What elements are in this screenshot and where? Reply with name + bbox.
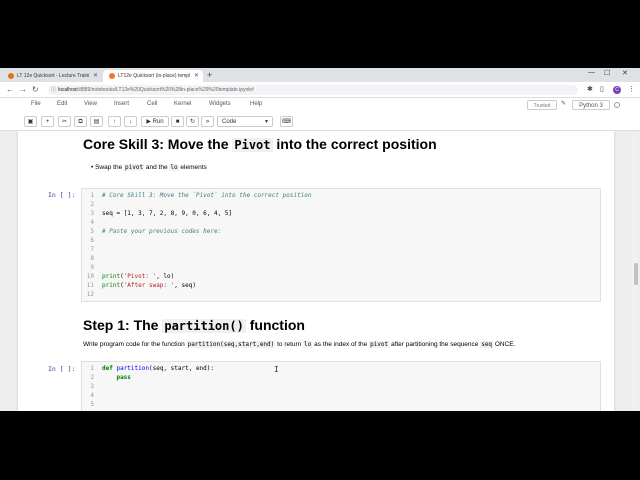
browser-menu-icon[interactable]: ⋮: [628, 85, 635, 93]
tab-bar: LT 12e Quicksort - Lecture Traini ✕ LT12…: [0, 68, 640, 82]
text-cursor-icon: I: [274, 365, 279, 374]
address-bar-row: ← → ↻ ⓘ localhost:8889/notebooks/LT12e%2…: [0, 82, 640, 98]
line-number: 3: [90, 210, 94, 217]
line-number: 2: [90, 374, 94, 381]
edit-pencil-icon[interactable]: ✎: [561, 100, 566, 107]
tab-favicon-icon: [8, 73, 14, 79]
restart-icon[interactable]: ↻: [186, 116, 199, 127]
cell-prompt: In [ ]:: [48, 191, 76, 199]
line-number: 10: [86, 273, 94, 280]
line-number: 9: [90, 264, 94, 271]
heading-step-1: Step 1: The partition() function: [83, 317, 305, 333]
forward-icon[interactable]: →: [19, 85, 27, 94]
sidebar-icon[interactable]: ▯: [600, 85, 604, 93]
line-number: 4: [90, 392, 94, 399]
kernel-name[interactable]: Python 3: [572, 100, 610, 110]
tab-title: LT 12e Quicksort - Lecture Traini: [17, 73, 90, 79]
line-number: 2: [90, 201, 94, 208]
close-tab-icon[interactable]: ✕: [194, 72, 199, 79]
jupyter-toolbar: ▣ + ✂ ⧉ ▤ ↑ ↓ ▶ Run ■ ↻ » Code ▼ ⌨: [0, 112, 640, 131]
new-tab-button[interactable]: +: [207, 70, 212, 80]
menu-edit[interactable]: Edit: [57, 101, 67, 107]
cell-prompt: In [ ]:: [48, 365, 76, 373]
back-icon[interactable]: ←: [6, 85, 14, 94]
save-icon[interactable]: ▣: [24, 116, 37, 127]
paste-icon[interactable]: ▤: [90, 116, 103, 127]
tab-title: LT12e Quicksort (in-place) templ: [118, 73, 191, 79]
url-host: localhost: [58, 87, 78, 93]
move-down-icon[interactable]: ↓: [124, 116, 137, 127]
code-cell-2[interactable]: 1 def partition(seq, start, end): 2 pass 3 4…: [81, 361, 601, 411]
site-info-icon[interactable]: ⓘ: [51, 85, 56, 95]
cell-type-select[interactable]: Code ▼: [217, 116, 273, 127]
code-text[interactable]: def partition(seq, start, end):: [102, 364, 214, 373]
play-icon: ▶: [146, 119, 151, 125]
close-tab-icon[interactable]: ✕: [93, 72, 98, 79]
screen: LT 12e Quicksort - Lecture Traini ✕ LT12…: [0, 68, 640, 411]
bullet-swap: • Swap the pivot and the lo elements: [91, 164, 207, 171]
code-text[interactable]: print('Pivot: ', lo): [102, 272, 174, 281]
profile-avatar[interactable]: C: [613, 86, 621, 94]
url-path: :8889/notebooks/LT12e%20Quicksort%20%28i…: [77, 87, 254, 93]
window-close-icon[interactable]: ✕: [622, 69, 628, 77]
url-field[interactable]: ⓘ localhost:8889/notebooks/LT12e%20Quick…: [48, 85, 578, 95]
run-button[interactable]: ▶ Run: [141, 116, 169, 127]
move-up-icon[interactable]: ↑: [108, 116, 121, 127]
run-label: Run: [152, 119, 164, 125]
keyboard-icon[interactable]: ⌨: [280, 116, 293, 127]
code-text[interactable]: print('After swap: ', seq): [102, 281, 196, 290]
insert-cell-icon[interactable]: +: [41, 116, 54, 127]
menu-view[interactable]: View: [84, 101, 97, 107]
heading-core-skill-3: Core Skill 3: Move the Pivot into the co…: [83, 136, 437, 152]
code-text[interactable]: pass: [102, 373, 130, 382]
menu-cell[interactable]: Cell: [147, 101, 157, 107]
tab-favicon-icon: [109, 73, 115, 79]
menu-file[interactable]: File: [31, 101, 41, 107]
line-number: 6: [90, 237, 94, 244]
line-number: 1: [90, 365, 94, 372]
reload-icon[interactable]: ↻: [32, 85, 39, 94]
kernel-status-icon: [614, 102, 620, 108]
scrollbar-thumb[interactable]: [634, 263, 638, 285]
menu-widgets[interactable]: Widgets: [209, 101, 231, 107]
line-number: 3: [90, 383, 94, 390]
browser-tab-2[interactable]: LT12e Quicksort (in-place) templ ✕: [103, 70, 203, 82]
fast-forward-icon[interactable]: »: [201, 116, 214, 127]
code-text[interactable]: seq = [1, 3, 7, 2, 8, 9, 0, 6, 4, 5]: [102, 209, 232, 218]
menu-insert[interactable]: Insert: [114, 101, 129, 107]
menu-help[interactable]: Help: [250, 101, 262, 107]
partition-description: Write program code for the function part…: [83, 341, 516, 348]
line-number: 11: [86, 282, 94, 289]
browser-tab-1[interactable]: LT 12e Quicksort - Lecture Traini ✕: [2, 70, 102, 82]
notebook-page: Core Skill 3: Move the Pivot into the co…: [18, 131, 614, 411]
line-number: 12: [86, 291, 94, 298]
notebook-area: Core Skill 3: Move the Pivot into the co…: [0, 131, 640, 411]
minimize-icon[interactable]: —: [588, 69, 595, 76]
stop-icon[interactable]: ■: [171, 116, 184, 127]
maximize-icon[interactable]: ☐: [604, 69, 610, 77]
extensions-icon[interactable]: ✱: [587, 85, 593, 93]
chevron-down-icon: ▼: [264, 119, 269, 125]
line-number: 8: [90, 255, 94, 262]
code-cell-1[interactable]: 1 # Core Skill 3: Move the `Pivot` into t…: [81, 188, 601, 302]
jupyter-menu-bar: File Edit View Insert Cell Kernel Widget…: [0, 98, 640, 112]
line-number: 7: [90, 246, 94, 253]
trusted-indicator[interactable]: Trusted: [527, 100, 557, 110]
cut-icon[interactable]: ✂: [58, 116, 71, 127]
code-text[interactable]: # Paste your previous codes here:: [102, 227, 221, 236]
cell-type-value: Code: [222, 119, 237, 125]
copy-icon[interactable]: ⧉: [74, 116, 87, 127]
line-number: 1: [90, 192, 94, 199]
line-number: 5: [90, 401, 94, 408]
menu-kernel[interactable]: Kernel: [174, 101, 191, 107]
line-number: 5: [90, 228, 94, 235]
line-number: 4: [90, 219, 94, 226]
code-text[interactable]: # Core Skill 3: Move the `Pivot` into th…: [102, 191, 312, 200]
